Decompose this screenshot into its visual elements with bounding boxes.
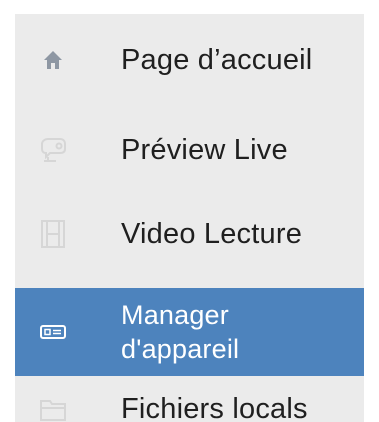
menu-item-live-preview[interactable]: Préview Live <box>15 118 364 182</box>
camera-icon <box>37 134 69 166</box>
side-menu: Page d’accueil Préview Live Video Lectur… <box>15 14 364 422</box>
menu-item-video-playback[interactable]: Video Lecture <box>15 202 364 266</box>
folder-icon <box>37 393 69 422</box>
menu-item-label: Video Lecture <box>121 218 303 250</box>
menu-item-label: Fichiers locals <box>121 393 308 422</box>
menu-item-label: Préview Live <box>121 134 288 166</box>
menu-item-label: Page d’accueil <box>121 44 313 76</box>
menu-item-home[interactable]: Page d’accueil <box>15 32 364 88</box>
film-icon <box>37 218 69 250</box>
menu-item-device-manager[interactable]: Manager d'appareil <box>15 288 364 376</box>
menu-item-local-files[interactable]: Fichiers locals <box>15 380 364 422</box>
home-icon <box>37 44 69 76</box>
menu-item-label: Manager d'appareil <box>121 300 240 364</box>
dvr-device-icon <box>37 316 69 348</box>
